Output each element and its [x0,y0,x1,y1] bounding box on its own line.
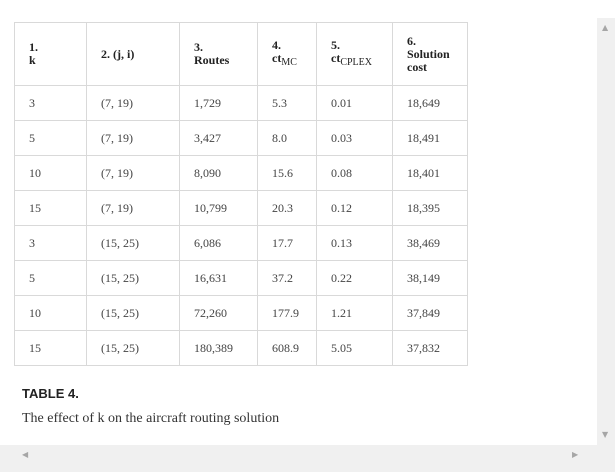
table-cell: 608.9 [257,330,317,366]
scroll-left-arrow-icon[interactable]: ◀ [22,450,28,459]
table-cell: 38,149 [392,260,468,296]
table-row: 3 (15, 25) 6,086 17.7 0.13 38,469 [14,225,468,261]
table-cell: 38,469 [392,225,468,261]
table-cell: 1.21 [316,295,393,331]
header-row: 1. k 2. (j, i) 3. Routes 4. ctMC 5. ctCP… [14,22,468,86]
header-num: 2. (j, i) [101,46,135,61]
table-cell: 0.01 [316,85,393,121]
header-ct-cplex: 5. ctCPLEX [316,22,393,86]
table-cell: 18,395 [392,190,468,226]
table-row: 15 (7, 19) 10,799 20.3 0.12 18,395 [14,190,468,226]
table-cell: 17.7 [257,225,317,261]
table-cell: (15, 25) [86,225,180,261]
table-cell: 3,427 [179,120,258,156]
table-row: 5 (15, 25) 16,631 37.2 0.22 38,149 [14,260,468,296]
table-cell: 15 [14,190,87,226]
table-row: 10 (7, 19) 8,090 15.6 0.08 18,401 [14,155,468,191]
table-row: 3 (7, 19) 1,729 5.3 0.01 18,649 [14,85,468,121]
caption-text: The effect of k on the aircraft routing … [22,411,280,426]
table-row: 15 (15, 25) 180,389 608.9 5.05 37,832 [14,330,468,366]
table-cell: 5 [14,120,87,156]
caption-title: TABLE 4. [22,386,79,401]
table-cell: 0.08 [316,155,393,191]
data-table: 1. k 2. (j, i) 3. Routes 4. ctMC 5. ctCP… [14,22,468,366]
table-cell: (15, 25) [86,295,180,331]
table-cell: 37,832 [392,330,468,366]
header-ct-mc: 4. ctMC [257,22,317,86]
table-cell: 10 [14,155,87,191]
table-cell: (15, 25) [86,330,180,366]
header-num: 1. [29,40,38,54]
table-cell: (7, 19) [86,120,180,156]
header-label-group: ctCPLEX [331,52,392,69]
header-label: ct [272,51,282,65]
scroll-right-arrow-icon[interactable]: ▶ [572,450,578,459]
table-cell: 10 [14,295,87,331]
table-viewer: 1. k 2. (j, i) 3. Routes 4. ctMC 5. ctCP… [0,0,597,445]
vertical-scrollbar[interactable]: ▲ ▼ [597,18,615,445]
header-label: Solution cost [407,46,450,74]
table-cell: 18,491 [392,120,468,156]
table-cell: 18,401 [392,155,468,191]
table-cell: 20.3 [257,190,317,226]
table-cell: 5.3 [257,85,317,121]
horizontal-scrollbar[interactable]: ◀ ▶ [0,445,597,472]
table-cell: 15 [14,330,87,366]
header-label: Routes [194,53,230,67]
table-cell: 5.05 [316,330,393,366]
table-cell: 0.13 [316,225,393,261]
table-cell: 18,649 [392,85,468,121]
table-cell: 8.0 [257,120,317,156]
table-cell: 37,849 [392,295,468,331]
table-cell: 16,631 [179,260,258,296]
header-num: 6. [407,33,416,48]
table-cell: 72,260 [179,295,258,331]
scrollbar-corner [597,0,615,18]
table-cell: (15, 25) [86,260,180,296]
table-cell: 0.12 [316,190,393,226]
table-body: 3 (7, 19) 1,729 5.3 0.01 18,649 5 (7, 19) 3,427 8… [14,85,468,366]
table-cell: 10,799 [179,190,258,226]
table-cell: 15.6 [257,155,317,191]
table-cell: 8,090 [179,155,258,191]
table-cell: (7, 19) [86,155,180,191]
header-j-i: 2. (j, i) [86,22,180,86]
header-solution-cost: 6. Solution cost [392,22,468,86]
table-cell: 0.03 [316,120,393,156]
table-cell: (7, 19) [86,190,180,226]
scroll-up-arrow-icon[interactable]: ▲ [602,23,608,32]
table-cell: 3 [14,225,87,261]
table-row: 5 (7, 19) 3,427 8.0 0.03 18,491 [14,120,468,156]
table-cell: 37.2 [257,260,317,296]
table-container: 1. k 2. (j, i) 3. Routes 4. ctMC 5. ctCP… [14,22,468,366]
table-cell: 3 [14,85,87,121]
table-cell: (7, 19) [86,85,180,121]
table-cell: 6,086 [179,225,258,261]
header-k: 1. k [14,22,87,86]
table-cell: 180,389 [179,330,258,366]
header-label: ct [331,51,341,65]
header-subscript: CPLEX [340,57,372,68]
table-row: 10 (15, 25) 72,260 177.9 1.21 37,849 [14,295,468,331]
table-cell: 5 [14,260,87,296]
table-cell: 1,729 [179,85,258,121]
header-subscript: MC [281,57,297,68]
table-cell: 0.22 [316,260,393,296]
header-label: k [29,53,36,67]
header-routes: 3. Routes [179,22,258,86]
header-label-group: ctMC [272,52,316,69]
table-cell: 177.9 [257,295,317,331]
scroll-down-arrow-icon[interactable]: ▼ [602,430,608,439]
